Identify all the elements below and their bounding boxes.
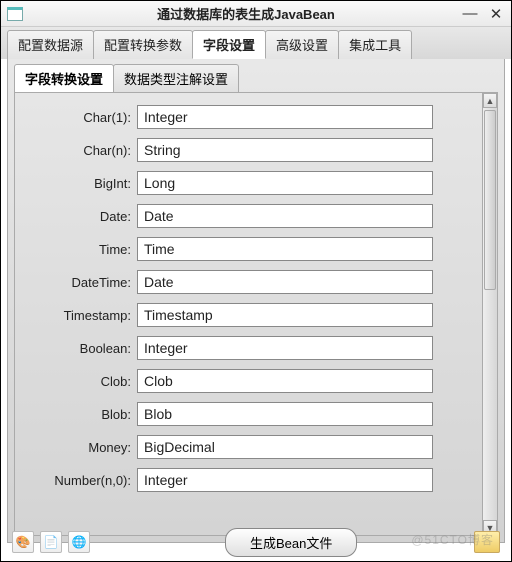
field-input[interactable] <box>137 468 433 492</box>
tab-advanced[interactable]: 高级设置 <box>265 30 339 59</box>
tool-icon-1[interactable]: 🎨 <box>12 531 34 553</box>
form-row: Timestamp: <box>15 303 497 327</box>
field-label: Time: <box>15 242 137 257</box>
window-controls: — ✕ <box>463 1 503 27</box>
generate-bean-button[interactable]: 生成Bean文件 <box>225 528 357 557</box>
field-label: Char(n): <box>15 143 137 158</box>
form-row: Char(n): <box>15 138 497 162</box>
field-input[interactable] <box>137 402 433 426</box>
field-label: Char(1): <box>15 110 137 125</box>
minimize-button[interactable]: — <box>463 1 477 27</box>
form-row: DateTime: <box>15 270 497 294</box>
bottom-toolbar: 🎨 📄 🌐 生成Bean文件 <box>0 522 512 562</box>
window-title: 通过数据库的表生成JavaBean <box>29 4 463 23</box>
tool-icon-3[interactable]: 🌐 <box>68 531 90 553</box>
tab-field-settings[interactable]: 字段设置 <box>192 30 266 59</box>
form-row: Time: <box>15 237 497 261</box>
subtab-type-annotation[interactable]: 数据类型注解设置 <box>113 64 239 92</box>
field-input[interactable] <box>137 171 433 195</box>
field-label: DateTime: <box>15 275 137 290</box>
form-row: Clob: <box>15 369 497 393</box>
form-row: Boolean: <box>15 336 497 360</box>
field-label: Date: <box>15 209 137 224</box>
scrollbar[interactable]: ▲ ▼ <box>482 93 497 535</box>
form-row: Char(1): <box>15 105 497 129</box>
form-row: Money: <box>15 435 497 459</box>
main-tabs: 配置数据源 配置转换参数 字段设置 高级设置 集成工具 <box>1 27 511 59</box>
field-input[interactable] <box>137 105 433 129</box>
form-row: Date: <box>15 204 497 228</box>
field-label: Blob: <box>15 407 137 422</box>
tab-integration[interactable]: 集成工具 <box>338 30 412 59</box>
field-input[interactable] <box>137 237 433 261</box>
titlebar: 通过数据库的表生成JavaBean — ✕ <box>1 1 511 27</box>
form-row: BigInt: <box>15 171 497 195</box>
field-label: Number(n,0): <box>15 473 137 488</box>
tab-convert-params[interactable]: 配置转换参数 <box>93 30 193 59</box>
scroll-up-icon[interactable]: ▲ <box>483 93 497 108</box>
form-row: Number(n,0): <box>15 468 497 492</box>
field-label: Boolean: <box>15 341 137 356</box>
form-area: Char(1): Char(n): BigInt: Date: Time: DateTim… <box>14 92 498 536</box>
field-input[interactable] <box>137 204 433 228</box>
form-row: Blob: <box>15 402 497 426</box>
field-label: Timestamp: <box>15 308 137 323</box>
subtab-field-convert[interactable]: 字段转换设置 <box>14 64 114 92</box>
scroll-thumb[interactable] <box>484 110 496 290</box>
field-input[interactable] <box>137 435 433 459</box>
tool-icons: 🎨 📄 🌐 <box>12 531 90 553</box>
sub-tabs: 字段转换设置 数据类型注解设置 <box>8 64 504 92</box>
close-button[interactable]: ✕ <box>489 1 503 27</box>
tab-datasource[interactable]: 配置数据源 <box>7 30 94 59</box>
field-input[interactable] <box>137 369 433 393</box>
field-input[interactable] <box>137 138 433 162</box>
content-panel: 字段转换设置 数据类型注解设置 Char(1): Char(n): BigInt: D… <box>7 59 505 543</box>
field-input[interactable] <box>137 303 433 327</box>
field-input[interactable] <box>137 270 433 294</box>
tool-icon-2[interactable]: 📄 <box>40 531 62 553</box>
folder-icon[interactable] <box>474 531 500 553</box>
field-input[interactable] <box>137 336 433 360</box>
field-label: Money: <box>15 440 137 455</box>
app-icon <box>7 7 23 21</box>
field-label: Clob: <box>15 374 137 389</box>
field-label: BigInt: <box>15 176 137 191</box>
